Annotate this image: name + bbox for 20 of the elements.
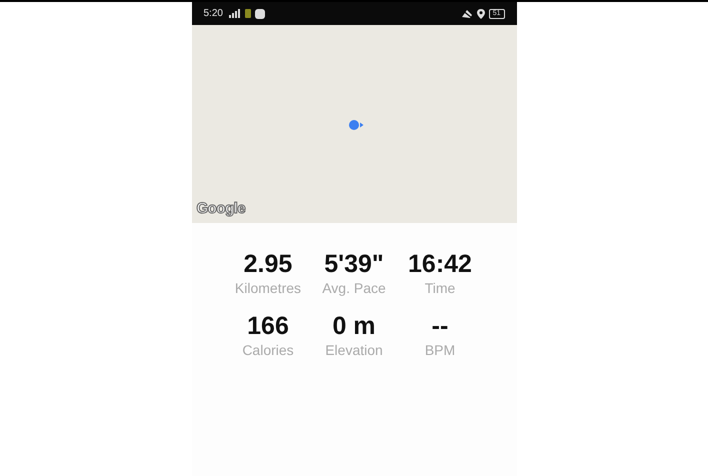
stat-value: 166 <box>247 311 289 341</box>
stat-value: 5'39" <box>324 249 384 279</box>
stat-value: 16:42 <box>408 249 472 279</box>
stat-label: BPM <box>424 341 456 359</box>
stat-label: Elevation <box>325 341 383 359</box>
stat-label: Calories <box>242 341 294 359</box>
app-notification-icon <box>254 8 265 18</box>
location-marker-icon <box>348 119 364 131</box>
status-time: 5:20 <box>204 8 223 19</box>
stat-value: -- <box>432 311 448 341</box>
location-icon <box>476 8 485 18</box>
map-logo: Google <box>196 200 246 217</box>
stat-value: 2.95 <box>244 249 292 279</box>
notification-icon <box>244 9 251 18</box>
stat-label: Kilometres <box>234 279 302 297</box>
stat-label: Time <box>424 279 456 297</box>
signal-icon <box>228 9 241 18</box>
stat-label: Avg. Pace <box>322 279 386 297</box>
stat-value: 0 m <box>332 311 376 341</box>
map[interactable]: Google <box>192 25 516 223</box>
